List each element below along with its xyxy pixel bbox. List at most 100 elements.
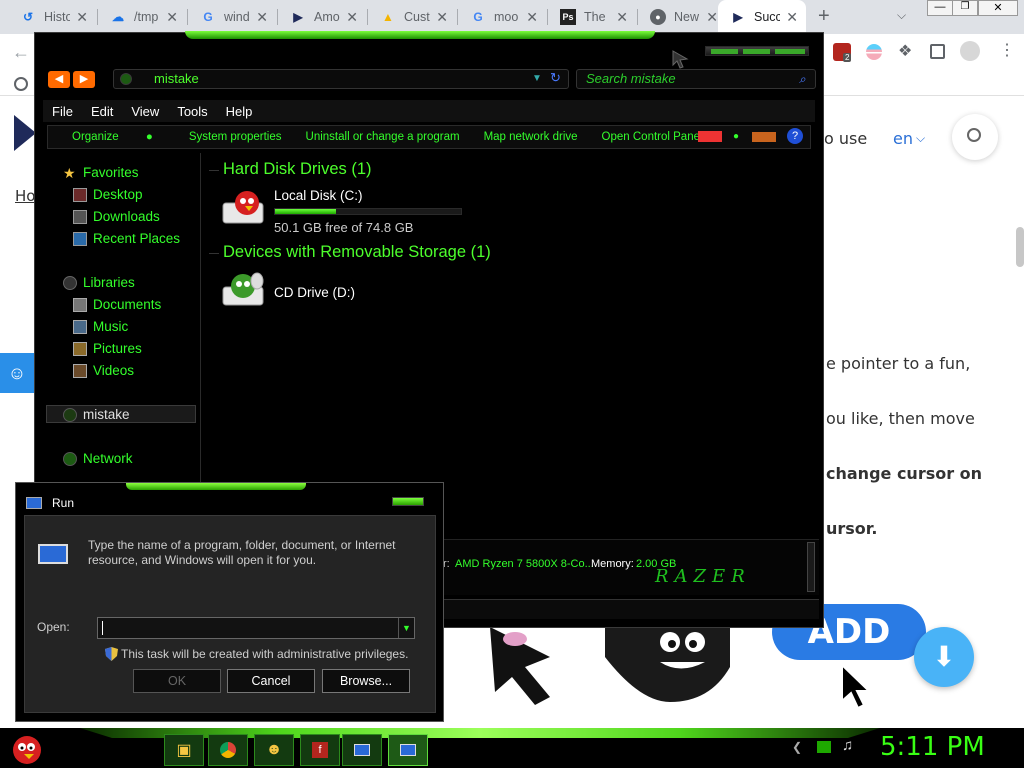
preview-pane-icon[interactable] xyxy=(752,132,776,142)
tab-cust[interactable]: ▲ Cust ✕ xyxy=(368,0,456,34)
view-options-icon[interactable] xyxy=(698,131,722,142)
nav-network[interactable]: Network xyxy=(63,451,133,466)
search-icon[interactable]: ⌕ xyxy=(799,70,806,88)
smiley-icon: ☻ xyxy=(265,741,283,758)
puzzle-icon[interactable]: ❖ xyxy=(898,41,912,61)
run-dialog[interactable]: Run Type the name of a program, folder, … xyxy=(15,482,444,722)
browse-button[interactable]: Browse... xyxy=(322,669,410,693)
tab-new[interactable]: ● New ✕ xyxy=(638,0,726,34)
close-icon[interactable]: ✕ xyxy=(346,9,358,26)
site-logo[interactable] xyxy=(14,115,36,151)
nav-documents[interactable]: Documents xyxy=(73,297,161,312)
uninstall-program-button[interactable]: Uninstall or change a program xyxy=(294,131,472,143)
tab-search-chevron-icon[interactable]: ⌵ xyxy=(897,8,906,23)
window-controls[interactable] xyxy=(705,46,809,56)
taskbar-emoji[interactable]: ☻ xyxy=(254,734,294,766)
taskbar-chrome[interactable] xyxy=(208,734,248,766)
close-icon[interactable]: ✕ xyxy=(786,9,798,26)
menu-edit[interactable]: Edit xyxy=(82,104,122,119)
group-header-hdd[interactable]: Hard Disk Drives (1) xyxy=(223,160,372,179)
dropdown-arrow-icon[interactable]: ▼ xyxy=(398,618,414,638)
tab-history[interactable]: ↺ Histo ✕ xyxy=(8,0,96,34)
forward-button[interactable]: ▶ xyxy=(73,71,95,88)
nav-videos[interactable]: Videos xyxy=(73,363,134,378)
menu-file[interactable]: File xyxy=(43,104,82,119)
organize-button[interactable]: Organize ● xyxy=(48,131,177,143)
close-icon[interactable]: ✕ xyxy=(526,9,538,26)
nav-recent-places[interactable]: Recent Places xyxy=(73,231,180,246)
tab-success[interactable]: ▶ Succ ✕ xyxy=(718,0,806,34)
desktop-icon xyxy=(73,187,87,202)
close-icon[interactable]: ✕ xyxy=(436,9,448,26)
taskbar-flash[interactable]: f xyxy=(300,734,340,766)
refresh-icon[interactable]: ↻ xyxy=(550,69,561,87)
tab-amo[interactable]: ▶ Amo ✕ xyxy=(278,0,366,34)
open-control-panel-button[interactable]: Open Control Panel xyxy=(590,131,715,143)
system-properties-button[interactable]: System properties xyxy=(177,131,294,143)
search-button[interactable] xyxy=(952,114,998,160)
taskbar-window[interactable] xyxy=(342,734,382,766)
taskbar-folder[interactable]: ▣ xyxy=(164,734,204,766)
download-icon[interactable]: ⬇ xyxy=(914,627,974,687)
group-header-removable[interactable]: Devices with Removable Storage (1) xyxy=(223,243,491,262)
open-input[interactable]: ▼ xyxy=(97,617,415,639)
text-caret xyxy=(102,621,103,635)
profile-avatar-icon[interactable] xyxy=(960,41,980,61)
nav-link[interactable]: o use xyxy=(824,129,867,148)
side-panel-icon[interactable] xyxy=(930,44,945,59)
breadcrumb[interactable]: Ho xyxy=(15,187,35,205)
search-input[interactable]: Search mistake ⌕ xyxy=(576,69,816,89)
ok-button[interactable]: OK xyxy=(133,669,221,693)
extension-shield-icon[interactable]: 2 xyxy=(833,43,852,62)
taskbar-run[interactable] xyxy=(388,734,428,766)
back-arrow-icon[interactable]: ← xyxy=(12,42,30,63)
close-button[interactable] xyxy=(392,497,424,506)
kebab-menu-icon[interactable]: ⋮ xyxy=(999,40,1015,60)
nav-music[interactable]: Music xyxy=(73,319,128,334)
back-button[interactable]: ◀ xyxy=(48,71,70,88)
tab-windows[interactable]: G wind ✕ xyxy=(188,0,276,34)
start-button[interactable] xyxy=(8,730,46,766)
map-network-drive-button[interactable]: Map network drive xyxy=(472,131,590,143)
menu-help[interactable]: Help xyxy=(217,104,262,119)
close-icon[interactable]: ✕ xyxy=(706,9,718,26)
address-bar[interactable]: mistake ▼ ↻ xyxy=(113,69,569,89)
help-icon[interactable]: ? xyxy=(787,128,803,144)
new-tab-button[interactable]: + xyxy=(818,5,830,28)
tab-moo[interactable]: G moo ✕ xyxy=(458,0,546,34)
tab-tmp[interactable]: ☁ /tmp ✕ xyxy=(98,0,186,34)
close-icon[interactable]: ✕ xyxy=(616,9,628,26)
nav-mistake[interactable]: mistake xyxy=(63,407,130,422)
menu-view[interactable]: View xyxy=(122,104,168,119)
cancel-button[interactable]: Cancel xyxy=(227,669,315,693)
users-icon[interactable]: ☺ xyxy=(0,353,34,393)
volume-icon[interactable]: ♫ xyxy=(842,737,853,754)
drive-d[interactable]: CD Drive (D:) xyxy=(274,285,355,300)
window-close-button[interactable]: ✕ xyxy=(978,0,1018,16)
dropdown-arrow-icon[interactable]: ▼ xyxy=(532,70,542,88)
tab-the[interactable]: Ps The ✕ xyxy=(548,0,636,34)
extension-flag-icon[interactable] xyxy=(866,44,882,60)
menu-tools[interactable]: Tools xyxy=(168,104,216,119)
view-dot-icon[interactable]: ● xyxy=(721,131,751,142)
page-scrollbar[interactable] xyxy=(1016,227,1024,267)
taskbar-clock[interactable]: 5:11 PM xyxy=(880,732,985,762)
cursor-arrow-icon: ▶ xyxy=(733,10,743,24)
minimize-button[interactable]: — xyxy=(927,0,953,16)
close-icon[interactable]: ✕ xyxy=(76,9,88,26)
monster-cursor-artwork xyxy=(605,622,730,702)
tray-arrow-icon[interactable]: ❮ xyxy=(792,740,802,754)
drive-c[interactable]: Local Disk (C:) xyxy=(274,188,363,203)
details-scrollbar[interactable] xyxy=(807,542,815,592)
nav-favorites[interactable]: ★ Favorites xyxy=(63,165,139,180)
maximize-button[interactable]: ❐ xyxy=(952,0,978,16)
close-icon[interactable]: ✕ xyxy=(256,9,268,26)
tray-monitor-icon[interactable] xyxy=(817,741,831,753)
globe-icon[interactable] xyxy=(14,77,28,91)
nav-libraries[interactable]: Libraries xyxy=(63,275,135,290)
nav-downloads[interactable]: Downloads xyxy=(73,209,160,224)
language-select[interactable]: en xyxy=(893,129,913,148)
nav-pictures[interactable]: Pictures xyxy=(73,341,142,356)
nav-desktop[interactable]: Desktop xyxy=(73,187,143,202)
close-icon[interactable]: ✕ xyxy=(166,9,178,26)
